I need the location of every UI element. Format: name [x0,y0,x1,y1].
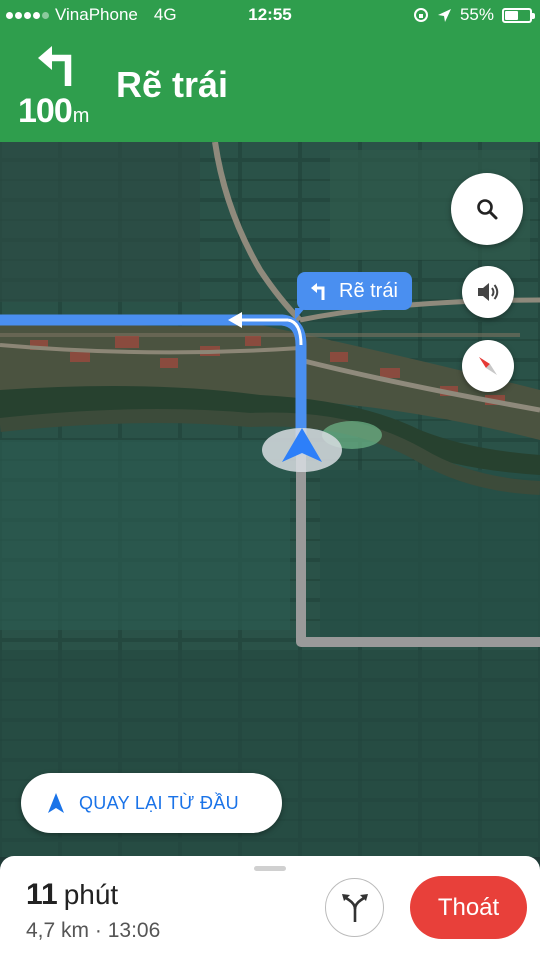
trip-distance: 4,7 km [26,919,90,942]
distance-to-turn: 100m [18,92,90,131]
duration-unit: phút [63,879,119,910]
sheet-drag-handle[interactable] [254,866,286,871]
distance-value: 100 [18,92,73,130]
trip-separator: · [94,919,102,942]
speaker-icon [478,283,499,301]
map-canvas[interactable] [0,142,540,857]
alternate-routes-button[interactable] [325,878,384,937]
search-button[interactable] [451,173,523,245]
trip-details: 4,7 km · 13:06 [26,919,160,943]
battery-percent: 55% [459,5,494,24]
alternate-routes-icon [341,893,368,922]
instruction-text: Rẽ trái [116,64,229,105]
search-icon [477,199,498,220]
duration-value: 11 [26,878,58,911]
rotation-lock-icon [413,8,428,22]
distance-unit: m [72,105,90,127]
turn-instruction-header[interactable]: 100m Rẽ trái [0,30,540,142]
location-arrow-icon [437,8,451,22]
turn-left-icon [38,46,72,86]
exit-navigation-button[interactable]: Thoát [410,876,527,939]
battery-icon [502,7,535,23]
status-bar: VinaPhone 4G 12:55 55% [0,0,540,30]
arrival-time: 13:06 [107,919,161,942]
recenter-label: QUAY LẠI TỪ ĐẦU [79,792,239,813]
turn-left-small-icon [311,283,325,300]
navigation-arrow-icon [48,793,64,813]
trip-duration: 11 phút [26,878,118,912]
satellite-map[interactable] [0,142,540,857]
sound-button[interactable] [462,266,514,318]
turn-callout: Rẽ trái [295,272,412,320]
compass-icon [479,357,497,375]
navigation-screen: VinaPhone 4G 12:55 55% 100m Rẽ trái Rẽ t… [0,0,540,960]
compass-button[interactable] [462,340,514,392]
turn-callout-label: Rẽ trái [339,279,398,302]
recenter-button[interactable]: QUAY LẠI TỪ ĐẦU [21,773,282,833]
